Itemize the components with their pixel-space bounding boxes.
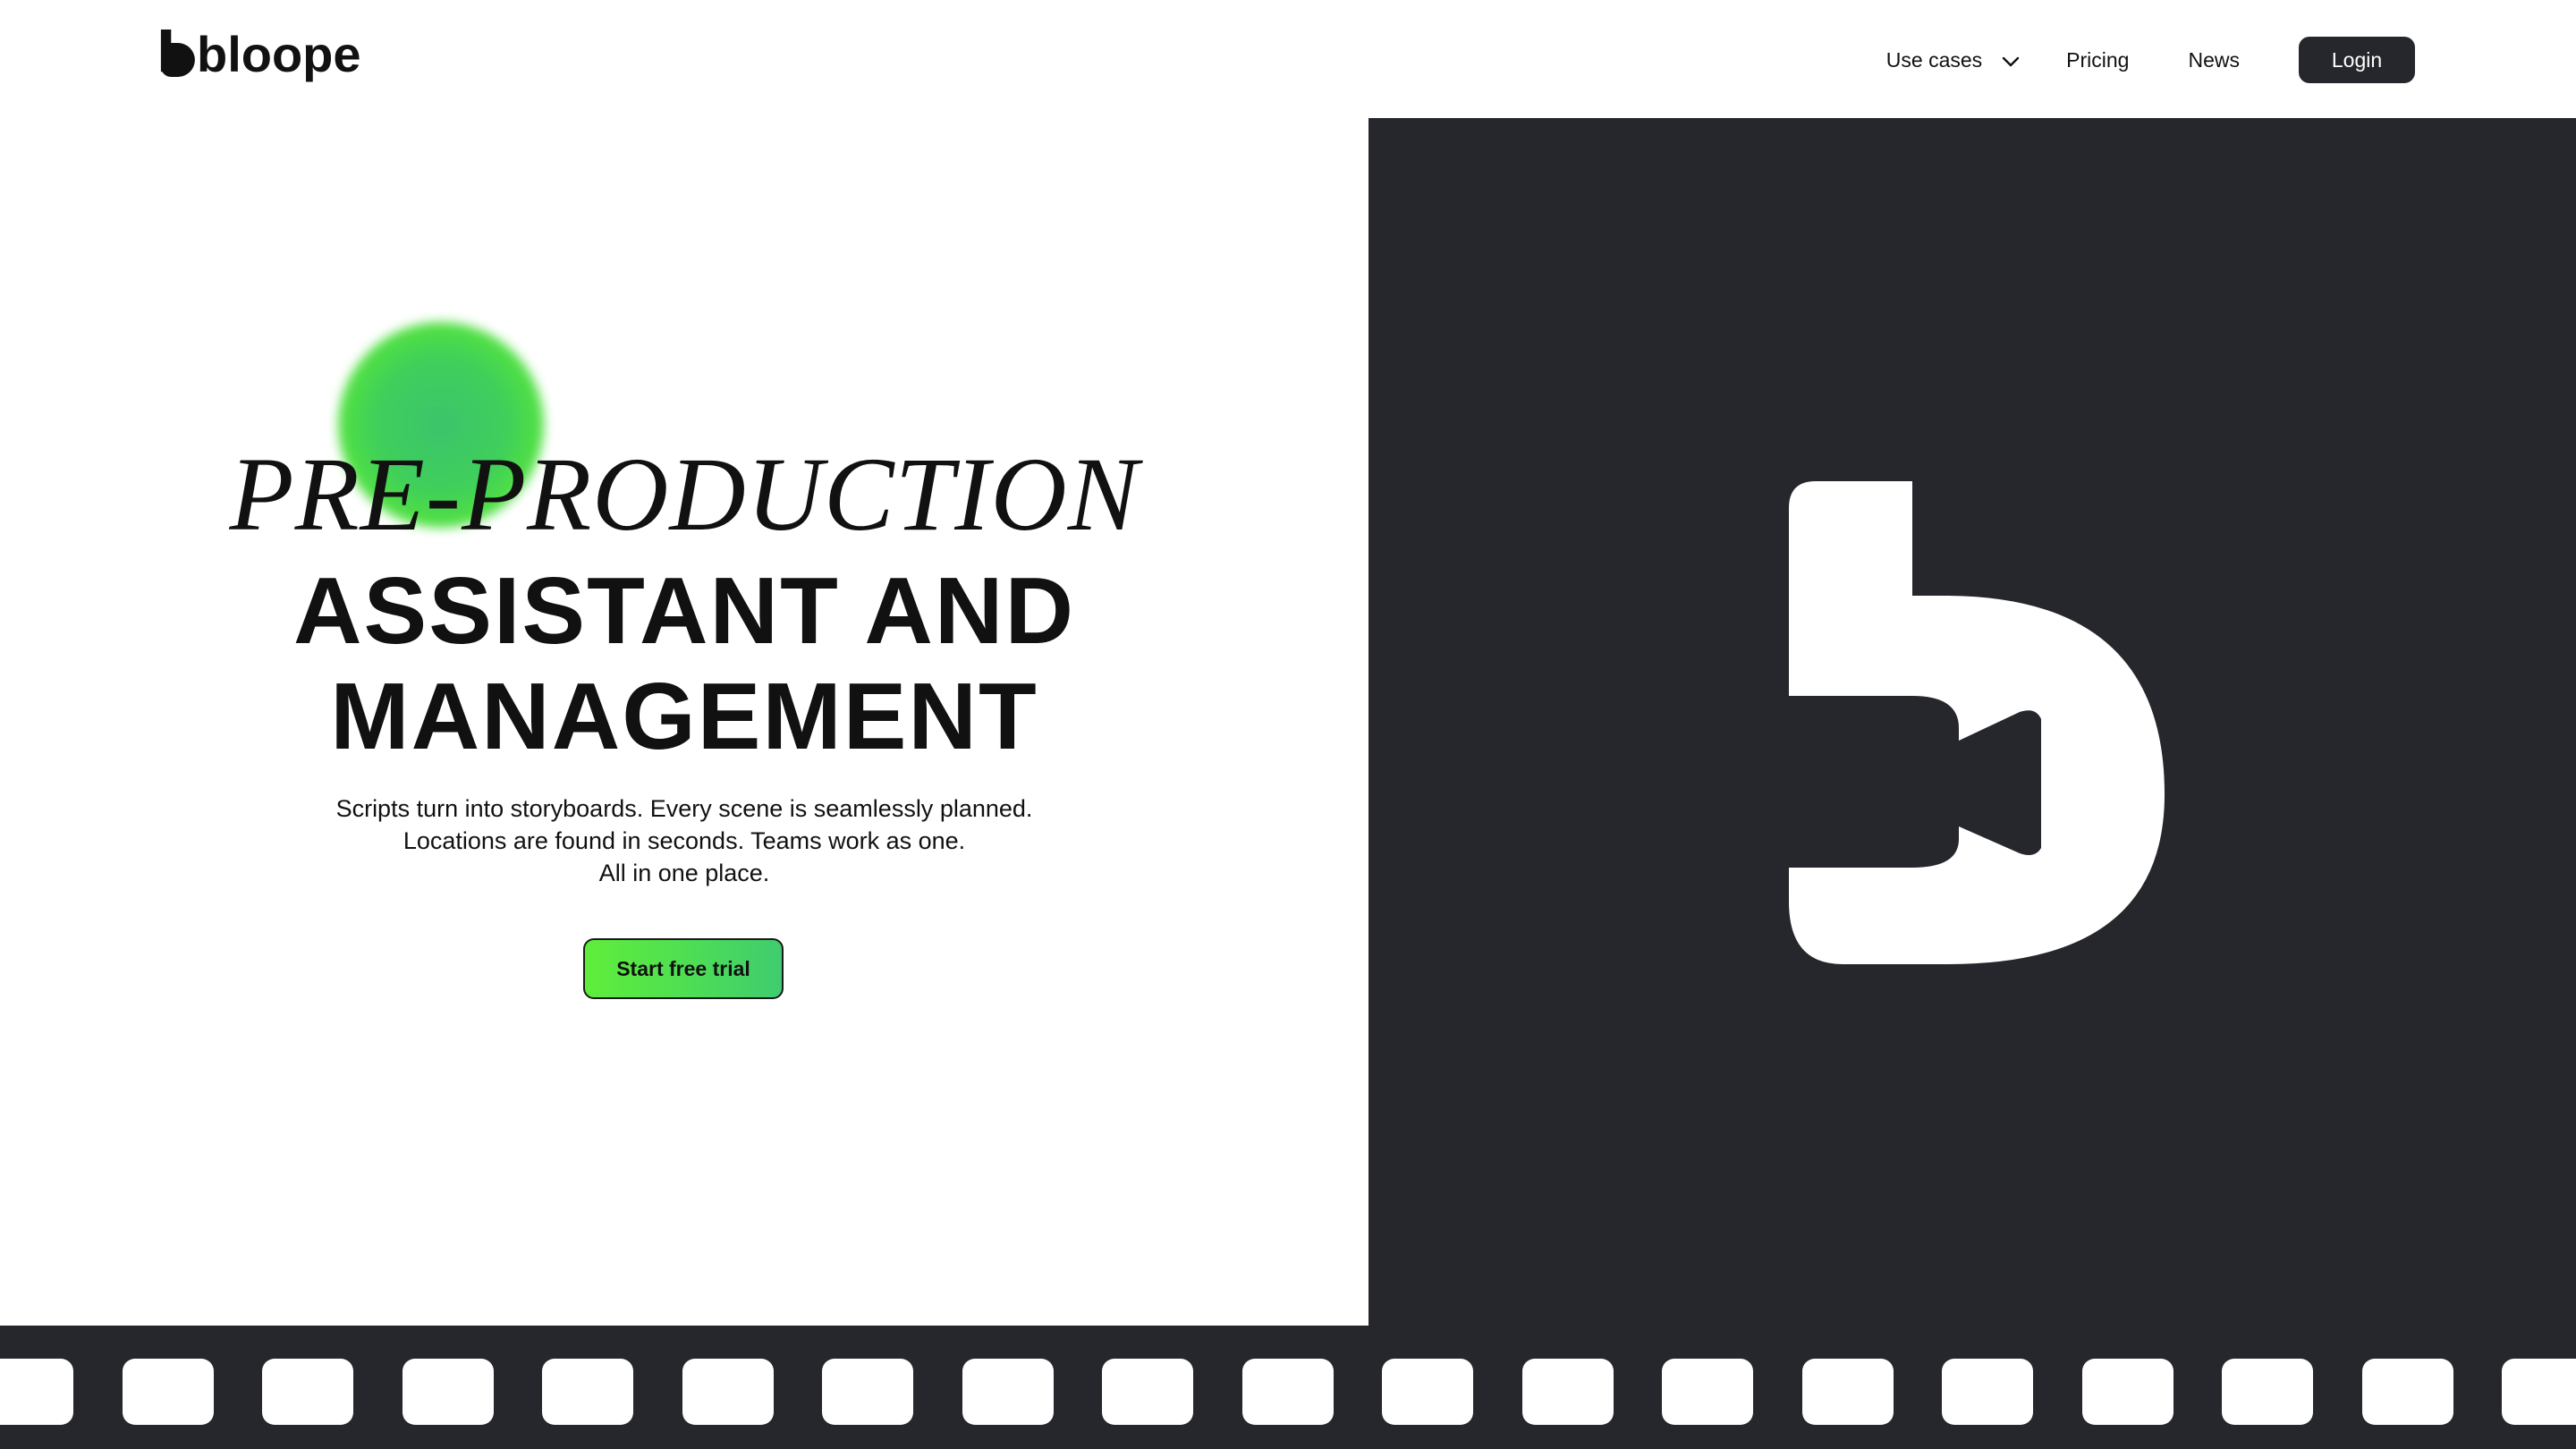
main-nav: Use cases Pricing News Login [1886,36,2415,84]
film-perforation [1241,1359,1334,1425]
film-perforation [1662,1359,1753,1425]
nav-use-cases-label: Use cases [1885,47,1983,72]
film-perforation [2361,1359,2453,1425]
film-perforation [122,1359,214,1425]
headline-line-2: ASSISTANT AND [293,558,1075,664]
film-perforation [822,1359,913,1425]
logo-wordmark: blooper [197,30,361,82]
nav-news[interactable]: News [2188,48,2240,72]
blooper-logo-icon: blooper [160,30,361,82]
film-perforation [2081,1359,2174,1425]
film-perforation [0,1359,73,1425]
chevron-down-icon [2002,48,2020,72]
film-perforation [262,1359,353,1425]
film-perforation [1102,1359,1193,1425]
login-button[interactable]: Login [2299,37,2415,83]
film-perforation [2222,1359,2313,1425]
film-perforation [2502,1359,2576,1425]
nav-use-cases[interactable]: Use cases [1886,48,2020,72]
start-free-trial-button[interactable]: Start free trial [583,938,784,999]
hero-section: PRE-PRODUCTION ASSISTANT AND MANAGEMENT … [0,118,1368,1326]
film-perforation [1382,1359,1473,1425]
film-perforation [542,1359,633,1425]
subtitle-line: All in one place. [598,860,770,886]
film-perforation [962,1359,1054,1425]
nav-pricing[interactable]: Pricing [2066,48,2129,72]
subtitle-line: Locations are found in seconds. Teams wo… [402,827,966,854]
site-header: blooper Use cases Pricing News Login [0,0,2576,118]
hero-brand-panel [1368,118,2576,1326]
film-perforation [402,1359,494,1425]
film-perforation [1521,1359,1614,1425]
blooper-logo[interactable]: blooper [159,27,361,86]
headline-italic: PRE-PRODUCTION [229,436,1140,553]
hero-subtitle: Scripts turn into storyboards. Every sce… [0,792,1368,889]
headline-line-3: MANAGEMENT [330,664,1038,769]
film-perforation [1942,1359,2033,1425]
film-strip [0,1326,2576,1449]
film-perforation [1801,1359,1894,1425]
subtitle-line: Scripts turn into storyboards. Every sce… [335,795,1033,822]
blooper-logo-mark [1789,481,2165,964]
film-perforation [682,1359,774,1425]
